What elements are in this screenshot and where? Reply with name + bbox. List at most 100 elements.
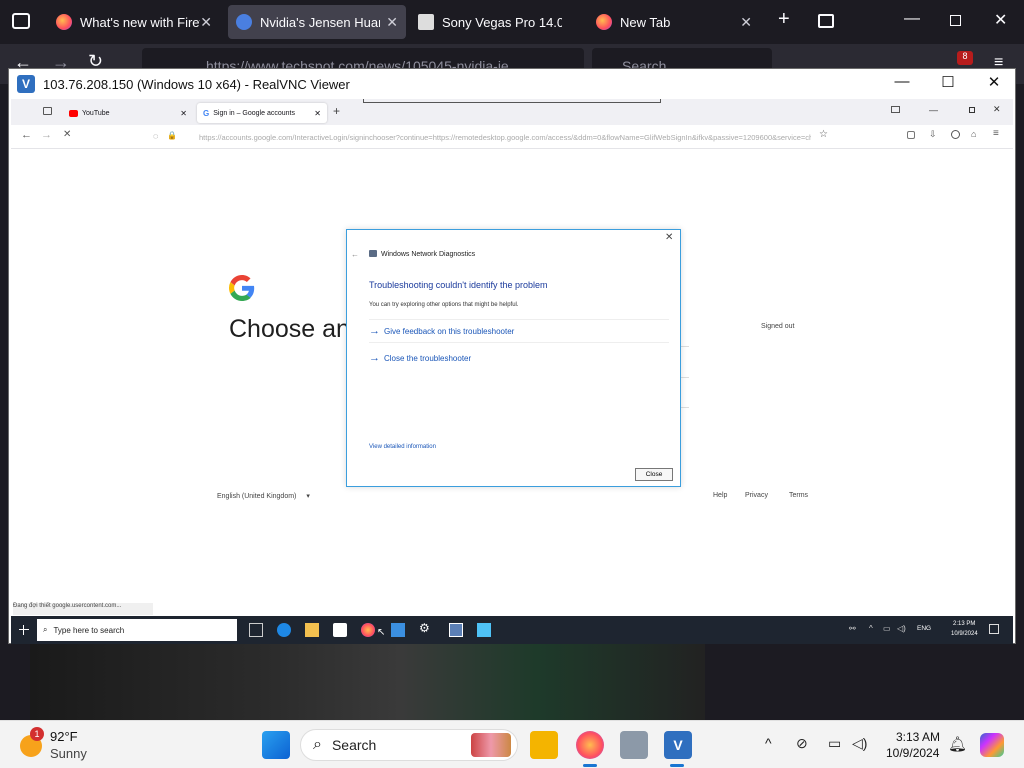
- firefox-icon[interactable]: [361, 623, 375, 637]
- weather-temp: 92°F: [50, 729, 78, 744]
- network-offline-icon[interactable]: ⊘: [796, 735, 808, 752]
- option-label: Give feedback on this troubleshooter: [384, 326, 515, 336]
- minimize-icon[interactable]: —: [904, 10, 920, 28]
- tab-title: Sony Vegas Pro 14.0 Bu: [442, 14, 562, 30]
- downloads-icon[interactable]: ⇩: [929, 129, 937, 140]
- win11-taskbar: 1 92°F Sunny ⌕ Search V ^ ⊘ ▭ ◁) 3:13 AM…: [0, 720, 1024, 768]
- stop-icon[interactable]: ✕: [63, 129, 71, 140]
- tab-sony-vegas[interactable]: Sony Vegas Pro 14.0 Bu: [410, 5, 582, 39]
- google-icon: G: [203, 108, 210, 118]
- close-icon[interactable]: ✕: [665, 232, 673, 243]
- view-details-link[interactable]: View detailed information: [369, 444, 436, 450]
- firefox-view-icon[interactable]: [43, 107, 52, 115]
- store-icon[interactable]: [333, 623, 347, 637]
- close-tab-icon[interactable]: ✕: [314, 109, 321, 118]
- close-tab-icon[interactable]: ✕: [200, 14, 212, 31]
- task-view-icon[interactable]: [249, 623, 263, 637]
- tab-new-tab[interactable]: New Tab ✕: [588, 5, 760, 39]
- firefox-icon: [596, 14, 612, 30]
- close-tab-icon[interactable]: ✕: [740, 14, 752, 31]
- firefox-icon[interactable]: [576, 731, 604, 759]
- windows-start-icon[interactable]: [19, 625, 29, 635]
- minimize-icon[interactable]: —: [929, 105, 938, 115]
- display-icon[interactable]: ▭: [828, 735, 841, 752]
- language-indicator[interactable]: ENG: [917, 625, 931, 632]
- back-arrow-icon[interactable]: ←: [351, 250, 359, 259]
- close-troubleshooter-option[interactable]: → Close the troubleshooter: [369, 346, 669, 370]
- edge-icon[interactable]: [277, 623, 291, 637]
- copilot-icon[interactable]: [980, 733, 1004, 757]
- clock-time[interactable]: 2:13 PM: [953, 621, 975, 627]
- remote-url-bar[interactable]: ◌ 🔒 https://accounts.google.com/Interact…: [151, 129, 821, 145]
- remote-tab-strip: YouTube ✕ G Sign in – Google accounts ✕ …: [11, 99, 1013, 125]
- search-icon: ⌕: [313, 736, 322, 753]
- bookmark-star-icon[interactable]: ☆: [819, 129, 828, 140]
- close-button[interactable]: Close: [635, 468, 673, 481]
- new-tab-icon[interactable]: +: [333, 104, 340, 118]
- close-window-icon[interactable]: ✕: [993, 104, 1001, 115]
- volume-icon[interactable]: ◁): [897, 624, 906, 633]
- vnc-title-bar: V 103.76.208.150 (Windows 10 x64) - Real…: [9, 69, 1015, 99]
- people-icon[interactable]: ⚯: [849, 624, 856, 633]
- vnc-close-icon[interactable]: ✕: [979, 73, 1009, 91]
- restore-icon[interactable]: [950, 15, 961, 26]
- realvnc-icon[interactable]: V: [664, 731, 692, 759]
- remote-desktop-view[interactable]: YouTube ✕ G Sign in – Google accounts ✕ …: [11, 99, 1013, 644]
- list-all-tabs-icon[interactable]: [818, 14, 834, 28]
- pocket-icon[interactable]: [907, 131, 915, 139]
- back-icon[interactable]: ←: [21, 129, 32, 141]
- ublock-badge[interactable]: 8: [957, 51, 973, 65]
- weather-widget[interactable]: 1 92°F Sunny: [16, 727, 136, 763]
- language-selector[interactable]: English (United Kingdom) ▾: [217, 492, 310, 500]
- vnc-maximize-icon[interactable]: ☐: [933, 73, 963, 91]
- dropdown-arrow-icon: ▾: [306, 493, 310, 500]
- file-explorer-icon[interactable]: [305, 623, 319, 637]
- maximize-icon[interactable]: [969, 107, 975, 113]
- volume-icon[interactable]: ◁): [852, 735, 867, 752]
- new-tab-icon[interactable]: +: [778, 8, 790, 31]
- tab-title: Nvidia's Jensen Huang: [260, 14, 380, 30]
- tab-whats-new[interactable]: What's new with Firefox ✕: [48, 5, 220, 39]
- close-window-icon[interactable]: ✕: [994, 10, 1007, 30]
- windows-start-icon[interactable]: [262, 731, 290, 759]
- forward-icon[interactable]: →: [41, 129, 52, 141]
- close-tab-icon[interactable]: ✕: [386, 14, 398, 31]
- chevron-up-icon[interactable]: ^: [869, 624, 873, 633]
- terms-link[interactable]: Terms: [789, 492, 808, 499]
- win10-search-box[interactable]: ⌕ Type here to search: [37, 619, 237, 641]
- firefox-view-icon[interactable]: [12, 13, 30, 29]
- clock-time[interactable]: 3:13 AM: [896, 730, 940, 744]
- sync-app-icon[interactable]: [620, 731, 648, 759]
- remote-tab-youtube[interactable]: YouTube ✕: [63, 103, 193, 123]
- vnc-minimize-icon[interactable]: —: [887, 73, 917, 90]
- document-icon: [418, 14, 434, 30]
- list-all-tabs-icon[interactable]: [891, 106, 900, 113]
- menu-icon[interactable]: ≡: [993, 128, 999, 139]
- close-tab-icon[interactable]: ✕: [180, 109, 187, 118]
- option-label: Close the troubleshooter: [384, 353, 472, 363]
- file-explorer-icon[interactable]: [530, 731, 558, 759]
- signed-out-label: Signed out: [761, 323, 795, 330]
- chevron-up-icon[interactable]: ^: [765, 735, 772, 751]
- desktop-wallpaper: [30, 644, 705, 720]
- tab-nvidia-article[interactable]: Nvidia's Jensen Huang ✕: [228, 5, 406, 39]
- settings-gear-icon[interactable]: ⚙: [419, 621, 433, 635]
- app-icon[interactable]: [477, 623, 491, 637]
- extensions-icon[interactable]: ⌂: [971, 129, 976, 139]
- tab-title: YouTube: [82, 109, 110, 117]
- win11-search-box[interactable]: ⌕ Search: [300, 729, 518, 761]
- remote-tab-google-signin[interactable]: G Sign in – Google accounts ✕: [197, 103, 327, 123]
- notifications-icon[interactable]: [989, 624, 999, 634]
- give-feedback-option[interactable]: → Give feedback on this troubleshooter: [369, 319, 669, 343]
- help-link[interactable]: Help: [713, 492, 727, 499]
- network-diagnostics-icon[interactable]: [449, 623, 463, 637]
- clock-date[interactable]: 10/9/2024: [951, 631, 978, 637]
- notifications-bell-icon[interactable]: 🔔︎: [948, 735, 967, 753]
- account-icon[interactable]: [951, 130, 960, 139]
- network-icon[interactable]: ▭: [883, 624, 891, 633]
- privacy-link[interactable]: Privacy: [745, 492, 768, 499]
- clock-date[interactable]: 10/9/2024: [886, 746, 939, 760]
- mail-icon[interactable]: [391, 623, 405, 637]
- arrow-right-icon: →: [369, 325, 380, 337]
- search-placeholder: Type here to search: [53, 625, 125, 635]
